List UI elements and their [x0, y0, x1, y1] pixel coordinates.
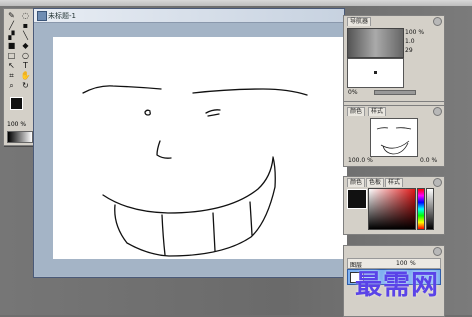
zoom-tool-icon[interactable]: ⌕ [6, 81, 17, 90]
layers-menu-icon[interactable] [433, 247, 442, 256]
preview-value-unit: % [431, 157, 438, 164]
shape-tool-icon[interactable]: ◆ [20, 41, 31, 50]
brightness-slider[interactable] [426, 188, 434, 230]
hand-tool-icon[interactable]: ✋ [20, 71, 31, 80]
color-menu-icon[interactable] [433, 178, 442, 187]
lasso-tool-icon[interactable]: ◌ [20, 11, 31, 20]
tab-color[interactable]: 颜色 [347, 178, 366, 187]
tooth-line-2 [212, 212, 216, 252]
brush-tool-icon[interactable]: ╱ [6, 21, 17, 30]
navigator-panel: 导航器 100 % 1.0 29 0% [343, 15, 445, 103]
hue-slider[interactable] [417, 188, 425, 230]
pencil-tool-icon[interactable]: ✎ [6, 11, 17, 20]
canvas-area [35, 23, 347, 276]
navigator-thumbnail[interactable] [347, 28, 404, 58]
toolbox: ✎ ◌ ╱ ▪ ▞ ╲ ■ ◆ □ ○ ↖ T ⌗ ✋ ⌕ ↻ 100 % [3, 8, 35, 146]
tab-color-preview[interactable]: 颜色 [347, 107, 366, 116]
preview-zoom: 100.0 [348, 157, 366, 164]
navigator-zoom-slider[interactable] [374, 90, 416, 95]
color-panel: 颜色 色板 样式 [343, 176, 445, 235]
document-window: 未标题-1 [33, 8, 347, 278]
color-foreground-swatch[interactable] [347, 189, 367, 209]
nose [156, 140, 172, 159]
tab-styles[interactable]: 样式 [385, 178, 404, 187]
preview-panel: 颜色 样式 100.0 % 0.0 % [343, 105, 445, 167]
fill-tool-icon[interactable]: ■ [6, 41, 17, 50]
tooth-line-3 [249, 201, 253, 236]
gradient-swatch[interactable] [7, 131, 33, 143]
document-titlebar[interactable]: 未标题-1 [34, 9, 344, 23]
tab-style-preview[interactable]: 样式 [368, 107, 387, 116]
drawing-canvas[interactable] [53, 37, 347, 259]
toolbox-zoom-unit: % [20, 121, 27, 128]
rect-tool-icon[interactable]: □ [6, 51, 17, 60]
select-tool-icon[interactable]: ↖ [6, 61, 17, 70]
navigator-opacity-unit: % [418, 29, 425, 36]
preview-value: 0.0 [420, 157, 430, 164]
text-tool-icon[interactable]: T [20, 61, 31, 70]
navigator-canvas-preview [347, 58, 404, 88]
right-eyebrow [192, 88, 308, 96]
preview-zoom-unit: % [367, 157, 373, 164]
navigator-value-2: 29 [405, 47, 413, 54]
ellipse-tool-icon[interactable]: ○ [20, 51, 31, 60]
navigator-opacity: 100 [405, 29, 417, 36]
navigator-zoom: 0% [348, 89, 358, 96]
smile-upper-lip [102, 157, 274, 214]
rotate-tool-icon[interactable]: ↻ [20, 81, 31, 90]
tab-navigator[interactable]: 导航器 [347, 17, 372, 26]
eraser-tool-icon[interactable]: ▪ [20, 21, 31, 30]
face-drawing [82, 85, 308, 257]
navigator-value-1: 1.0 [405, 38, 415, 45]
left-eyebrow [82, 85, 162, 94]
eyedropper-tool-icon[interactable]: ╲ [20, 31, 31, 40]
foreground-color-swatch[interactable] [10, 97, 23, 110]
crop-tool-icon[interactable]: ⌗ [6, 71, 17, 80]
bucket-tool-icon[interactable]: ▞ [6, 31, 17, 40]
panel-menu-icon[interactable] [433, 17, 442, 26]
watermark-text: 最需网 [355, 270, 439, 301]
preview-thumbnail [370, 118, 418, 157]
document-title: 未标题-1 [48, 12, 76, 20]
tooth-line-1 [161, 214, 166, 256]
color-picker-field[interactable] [368, 188, 416, 230]
document-icon [37, 11, 47, 21]
smile-teeth-outline [114, 156, 276, 257]
right-eye [205, 109, 221, 117]
tab-swatches[interactable]: 色板 [366, 178, 385, 187]
toolbox-zoom-value: 100 [7, 121, 19, 128]
left-eye [144, 109, 151, 116]
preview-menu-icon[interactable] [433, 107, 442, 116]
